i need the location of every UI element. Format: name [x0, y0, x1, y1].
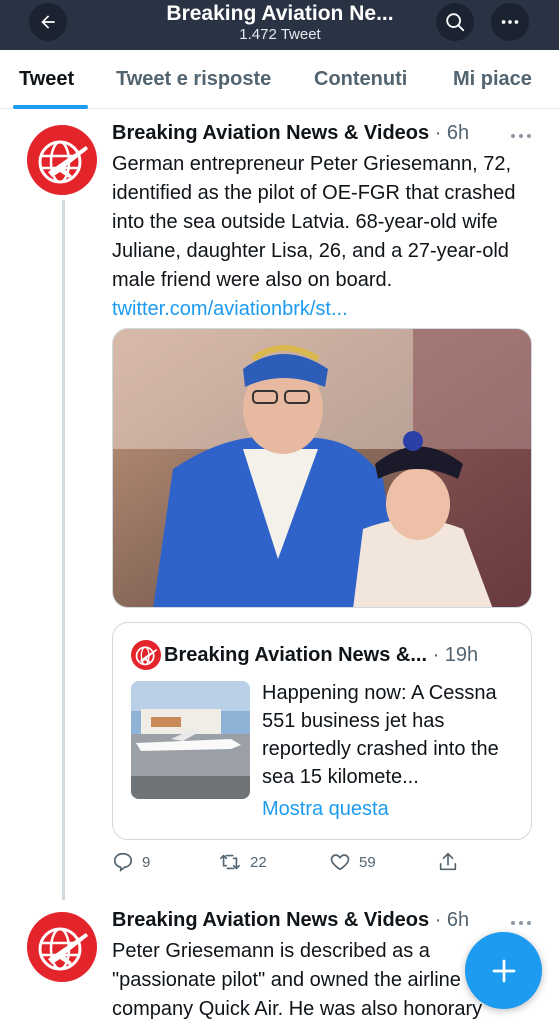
tab-mi-piace[interactable]: Mi piace	[453, 68, 532, 91]
share-icon	[439, 852, 457, 871]
reply-button[interactable]: 9	[112, 851, 150, 873]
globe-airplane-icon	[38, 140, 88, 184]
avatar[interactable]	[27, 125, 97, 195]
tab-tweet[interactable]: Tweet	[19, 68, 74, 91]
tweet-header: Breaking Aviation News & Videos · 6h	[112, 909, 469, 932]
author-name[interactable]: Breaking Aviation News & Videos	[112, 909, 429, 931]
quoted-tweet[interactable]: Breaking Aviation News &... · 19h Happen…	[112, 622, 532, 840]
avatar[interactable]	[27, 912, 97, 982]
retweet-count: 22	[250, 853, 267, 871]
quoted-author-name: Breaking Aviation News &...	[164, 644, 428, 666]
show-more-link[interactable]: Mostra questa	[262, 798, 389, 821]
reply-icon	[113, 852, 133, 872]
compose-tweet-button[interactable]	[465, 932, 542, 1009]
quoted-header: Breaking Aviation News &... · 19h	[164, 644, 478, 667]
quoted-thumbnail	[131, 681, 250, 799]
tab-tweet-e-risposte[interactable]: Tweet e risposte	[116, 68, 271, 91]
search-icon	[446, 13, 465, 32]
globe-airplane-icon	[135, 646, 158, 666]
quoted-time: · 19h	[427, 644, 479, 666]
search-button[interactable]	[436, 3, 474, 41]
more-options-button[interactable]	[491, 3, 529, 41]
thread-line	[62, 200, 65, 900]
quoted-avatar	[131, 640, 161, 670]
arrow-left-icon	[41, 15, 55, 29]
reply-count: 9	[142, 853, 151, 871]
tweet-more-button[interactable]	[510, 911, 532, 932]
like-count: 59	[359, 853, 376, 871]
profile-header: Breaking Aviation Ne... 1.472 Tweet	[130, 2, 430, 44]
retweet-icon	[220, 854, 240, 870]
tweet-text: German entrepreneur Peter Griesemann, 72…	[112, 150, 542, 324]
author-name[interactable]: Breaking Aviation News & Videos	[112, 122, 429, 144]
globe-airplane-icon	[38, 927, 88, 971]
more-horizontal-icon	[511, 134, 531, 138]
photo-illustration	[113, 329, 531, 607]
heart-icon	[330, 854, 350, 871]
top-bar: Breaking Aviation Ne... 1.472 Tweet	[0, 0, 559, 50]
more-horizontal-icon	[511, 921, 531, 925]
quoted-text: Happening now: A Cessna 551 business jet…	[262, 682, 499, 788]
tab-contenuti[interactable]: Contenuti	[314, 68, 407, 91]
tweet-photo[interactable]	[112, 328, 532, 608]
tweet-link[interactable]: twitter.com/aviationbrk/st...	[112, 298, 348, 320]
tweet-time[interactable]: · 6h	[429, 122, 469, 144]
tweet-count: 1.472 Tweet	[239, 26, 321, 43]
share-button[interactable]	[437, 851, 459, 873]
tweet-time[interactable]: · 6h	[429, 909, 469, 931]
active-tab-indicator	[13, 105, 88, 109]
profile-title: Breaking Aviation Ne...	[166, 2, 394, 25]
profile-tabs: Tweet Tweet e risposte Contenuti Mi piac…	[0, 50, 559, 109]
retweet-button[interactable]: 22	[218, 851, 267, 873]
back-button[interactable]	[29, 3, 67, 41]
more-horizontal-icon	[501, 20, 519, 24]
plus-icon	[492, 959, 515, 982]
tweet-header: Breaking Aviation News & Videos · 6h	[112, 122, 469, 145]
tweet-more-button[interactable]	[510, 124, 532, 145]
like-button[interactable]: 59	[329, 851, 376, 873]
tweet-body: German entrepreneur Peter Griesemann, 72…	[112, 153, 516, 291]
